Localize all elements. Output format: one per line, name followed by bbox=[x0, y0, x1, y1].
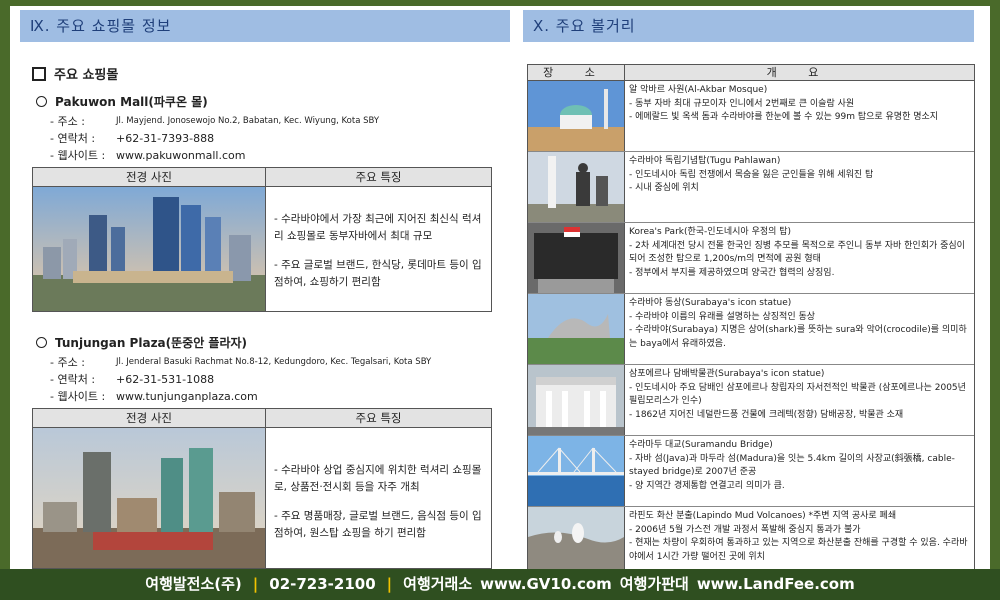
section-title-sights: Ⅹ. 주요 볼거리 bbox=[523, 10, 974, 42]
square-bullet-icon bbox=[32, 66, 46, 81]
features-header: 주요 특징 bbox=[355, 170, 402, 184]
mall-name: Pakuwon Mall(파쿠온 몰) bbox=[36, 93, 502, 110]
footer-separator: | bbox=[252, 575, 259, 593]
sight-description: 수라바야 독립기념탑(Tugu Pahlawan) - 인도네시아 독립 전쟁에… bbox=[629, 156, 874, 193]
circle-bullet-icon bbox=[36, 337, 47, 348]
sight-row: 삼포에르나 담배박물관(Surabaya's icon statue) - 인도… bbox=[528, 365, 974, 436]
mall-name: Tunjungan Plaza(뚠중안 플라자) bbox=[36, 334, 502, 351]
mall-website: - 웹사이트 : www.tunjunganplaza.com bbox=[50, 390, 258, 403]
sights-section: 장 소 개 요 알 악바르 사원(Al-Akbar Mosque) - 동부 자… bbox=[527, 64, 975, 569]
document-page: Ⅸ. 주요 쇼핑몰 정보 Ⅹ. 주요 볼거리 주요 쇼핑몰 Pakuwon Ma… bbox=[10, 6, 990, 569]
mall-entry: Tunjungan Plaza(뚠중안 플라자) - 주소 : Jl. Jende… bbox=[32, 334, 502, 569]
sights-table: 장 소 개 요 알 악바르 사원(Al-Akbar Mosque) - 동부 자… bbox=[527, 64, 975, 569]
shopping-section: 주요 쇼핑몰 Pakuwon Mall(파쿠온 몰) - 주소 : Jl. May… bbox=[32, 50, 502, 569]
sight-row: 수라마두 대교(Suramandu Bridge) - 자바 섬(Java)과 … bbox=[528, 436, 974, 507]
mall-photo bbox=[33, 428, 266, 568]
sight-photo bbox=[528, 152, 625, 222]
features-header: 주요 특징 bbox=[355, 411, 402, 425]
col-summary-header: 개 요 bbox=[766, 66, 833, 79]
sight-photo bbox=[528, 81, 625, 151]
sight-row: 수라바야 동상(Surabaya's icon statue) - 수라바야 이… bbox=[528, 294, 974, 365]
footer-company: 여행발전소(주) bbox=[145, 575, 242, 593]
sight-description: 수라마두 대교(Suramandu Bridge) - 자바 섬(Java)과 … bbox=[629, 440, 955, 491]
sight-description: 수라바야 동상(Surabaya's icon statue) - 수라바야 이… bbox=[629, 298, 967, 349]
mall-address: - 주소 : Jl. Jenderal Basuki Rachmat No.8-1… bbox=[50, 356, 432, 369]
footer-seller: 여행가판대 bbox=[619, 575, 689, 593]
mall-features: - 수라바야 상업 중심지에 위치한 럭셔리 쇼핑몰로, 상품전·전시회 등을 … bbox=[274, 464, 482, 539]
sight-photo bbox=[528, 365, 625, 435]
photo-header: 전경 사진 bbox=[33, 168, 266, 186]
mall-photo bbox=[33, 187, 266, 311]
sight-description: 라핀도 화산 분출(Lapindo Mud Volcanoes) *주변 지역 … bbox=[629, 511, 968, 562]
circle-bullet-icon bbox=[36, 96, 47, 107]
footer-phone: 02-723-2100 bbox=[269, 575, 376, 593]
sight-photo bbox=[528, 294, 625, 364]
photo-header: 전경 사진 bbox=[33, 409, 266, 427]
mall-entry: Pakuwon Mall(파쿠온 몰) - 주소 : Jl. Mayjend. J… bbox=[32, 93, 502, 312]
sight-row: 수라바야 독립기념탑(Tugu Pahlawan) - 인도네시아 독립 전쟁에… bbox=[528, 152, 974, 223]
sight-row: Korea's Park(한국-인도네시아 우정의 탑) - 2차 세계대전 당… bbox=[528, 223, 974, 294]
mall-website: - 웹사이트 : www.pakuwonmall.com bbox=[50, 149, 246, 162]
sight-photo bbox=[528, 436, 625, 506]
mall-info-table: 전경 사진 주요 특징 bbox=[32, 408, 492, 569]
mall-address: - 주소 : Jl. Mayjend. Jonosewojo No.2, Baba… bbox=[50, 115, 380, 128]
col-place-header: 장 소 bbox=[528, 65, 625, 80]
footer-separator: | bbox=[386, 575, 393, 593]
mall-info-table: 전경 사진 주요 특징 bbox=[32, 167, 492, 312]
footer-site-gv10[interactable]: www.GV10.com bbox=[480, 575, 612, 593]
sight-description: 삼포에르나 담배박물관(Surabaya's icon statue) - 인도… bbox=[629, 369, 966, 420]
footer-exchange: 여행거래소 bbox=[403, 575, 473, 593]
mall-features: - 수라바야에서 가장 최근에 지어진 최신식 럭셔리 쇼핑몰로 동부자바에서 … bbox=[274, 213, 482, 288]
section-title-shopping: Ⅸ. 주요 쇼핑몰 정보 bbox=[20, 10, 510, 42]
sight-description: 알 악바르 사원(Al-Akbar Mosque) - 동부 자바 최대 규모이… bbox=[629, 85, 939, 122]
subsection-title: 주요 쇼핑몰 bbox=[32, 64, 502, 83]
sight-description: Korea's Park(한국-인도네시아 우정의 탑) - 2차 세계대전 당… bbox=[629, 227, 965, 278]
footer-bar: 여행발전소(주) | 02-723-2100 | 여행거래소 www.GV10.com 여행… bbox=[0, 569, 1000, 600]
mall-phone: - 연락처 : +62-31-7393-888 bbox=[50, 132, 215, 145]
sight-photo bbox=[528, 507, 625, 569]
sight-row: 알 악바르 사원(Al-Akbar Mosque) - 동부 자바 최대 규모이… bbox=[528, 81, 974, 152]
footer-site-landfee[interactable]: www.LandFee.com bbox=[697, 575, 855, 593]
mall-phone: - 연락처 : +62-31-531-1088 bbox=[50, 373, 215, 386]
sight-row: 라핀도 화산 분출(Lapindo Mud Volcanoes) *주변 지역 … bbox=[528, 507, 974, 569]
sight-photo bbox=[528, 223, 625, 293]
